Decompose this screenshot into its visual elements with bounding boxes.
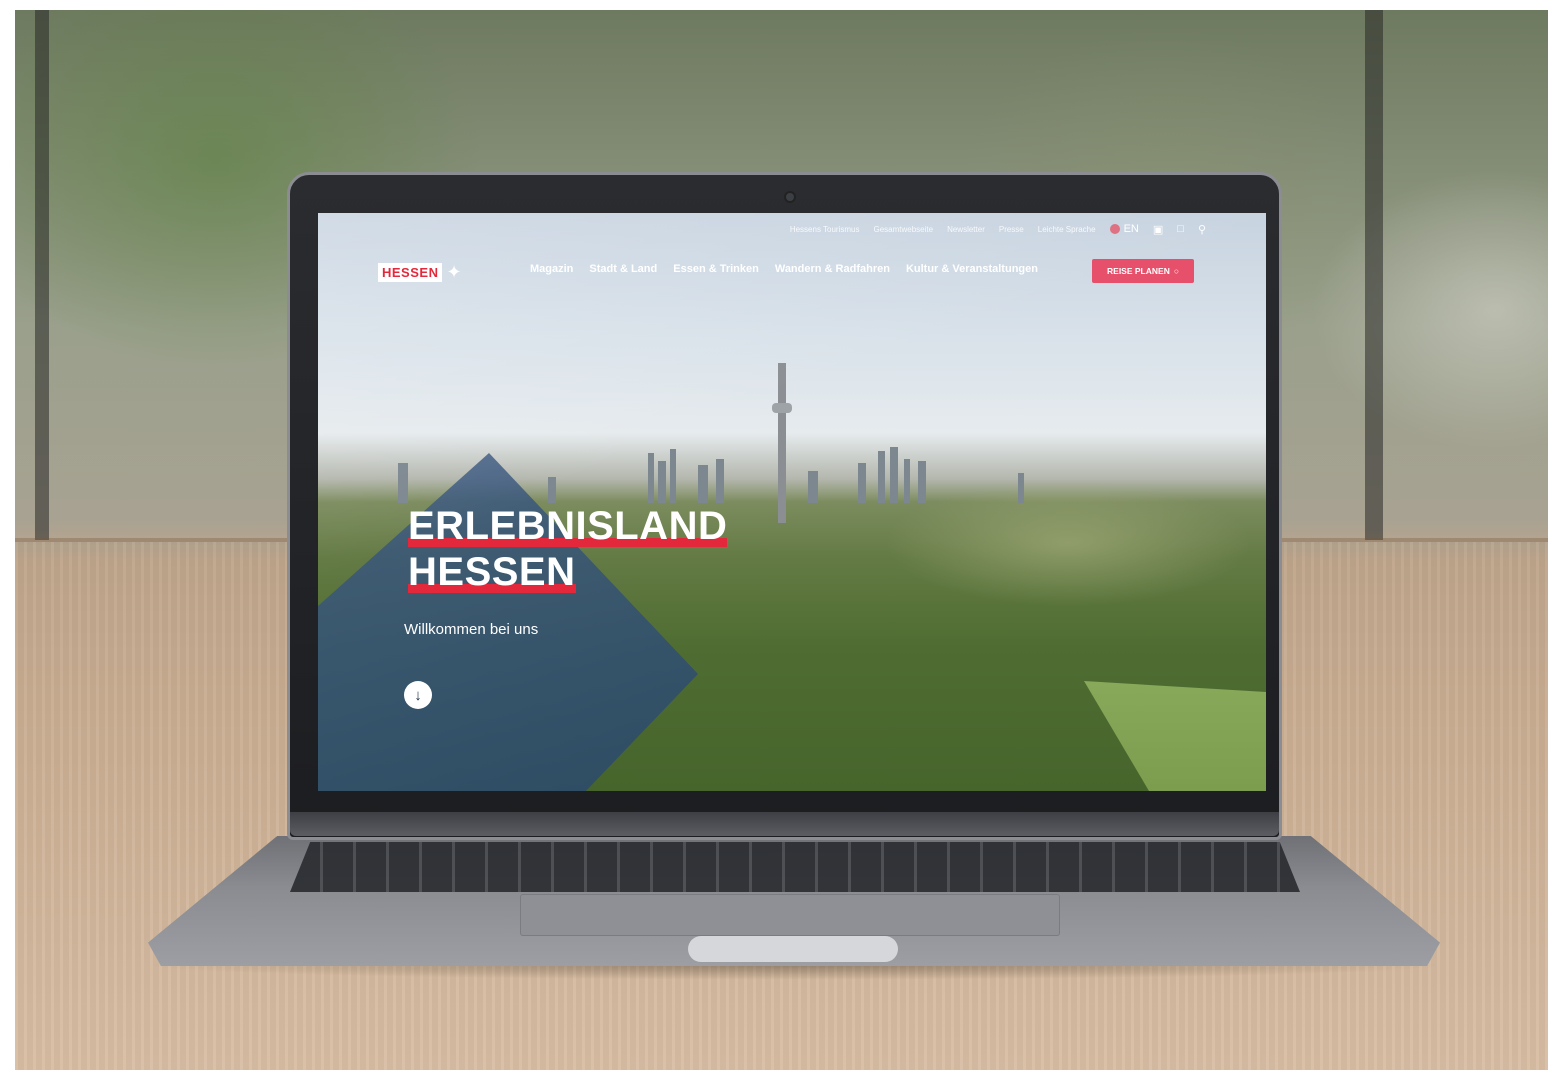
bookmark-icon[interactable]: □ [1177,223,1184,235]
cta-label: REISE PLANEN [1107,266,1170,276]
laptop-hinge [290,812,1279,836]
utility-link[interactable]: Leichte Sprache [1038,225,1096,234]
utility-nav: Hessens Tourismus Gesamtwebseite Newslet… [318,219,1266,239]
webcam-icon [786,193,794,201]
calendar-icon: ○ [1173,266,1179,276]
nav-item-essen-trinken[interactable]: Essen & Trinken [673,263,759,275]
nav-item-magazin[interactable]: Magazin [530,263,573,275]
logo-wordmark: HESSEN [378,262,443,282]
laptop-notch [688,936,898,962]
utility-link[interactable]: Presse [999,225,1024,234]
screen-glare [318,213,1266,791]
reise-planen-button[interactable]: REISE PLANEN ○ [1092,259,1194,283]
language-switch[interactable]: EN [1109,223,1139,235]
search-icon[interactable]: ⚲ [1198,223,1206,236]
laptop-screen: Hessens Tourismus Gesamtwebseite Newslet… [318,213,1266,791]
lion-icon: ✦ [446,262,462,282]
hero-title-line: ERLEBNISLAND [408,504,728,548]
hero-subtitle: Willkommen bei uns [404,621,539,638]
flag-icon [1109,224,1120,234]
arrow-down-icon[interactable]: ↓ [404,681,432,709]
map-icon[interactable]: ▣ [1153,223,1163,236]
hero-title-line: HESSEN [408,550,576,594]
utility-link[interactable]: Gesamtwebseite [873,225,933,234]
language-label: EN [1123,223,1139,235]
nav-item-stadt-land[interactable]: Stadt & Land [589,263,657,275]
nav-item-kultur-veranstaltungen[interactable]: Kultur & Veranstaltungen [906,263,1038,275]
utility-link[interactable]: Hessens Tourismus [790,225,860,234]
hessen-logo[interactable]: HESSEN ✦ [378,261,462,283]
hero-title: ERLEBNISLAND HESSEN [408,503,728,595]
laptop-keyboard [290,842,1300,892]
main-nav: Magazin Stadt & Land Essen & Trinken Wan… [530,263,1038,275]
nav-item-wandern-radfahren[interactable]: Wandern & Radfahren [775,263,890,275]
window-frame [35,10,49,540]
window-frame [1365,10,1383,540]
laptop-trackpad [520,894,1060,936]
utility-link[interactable]: Newsletter [947,225,985,234]
